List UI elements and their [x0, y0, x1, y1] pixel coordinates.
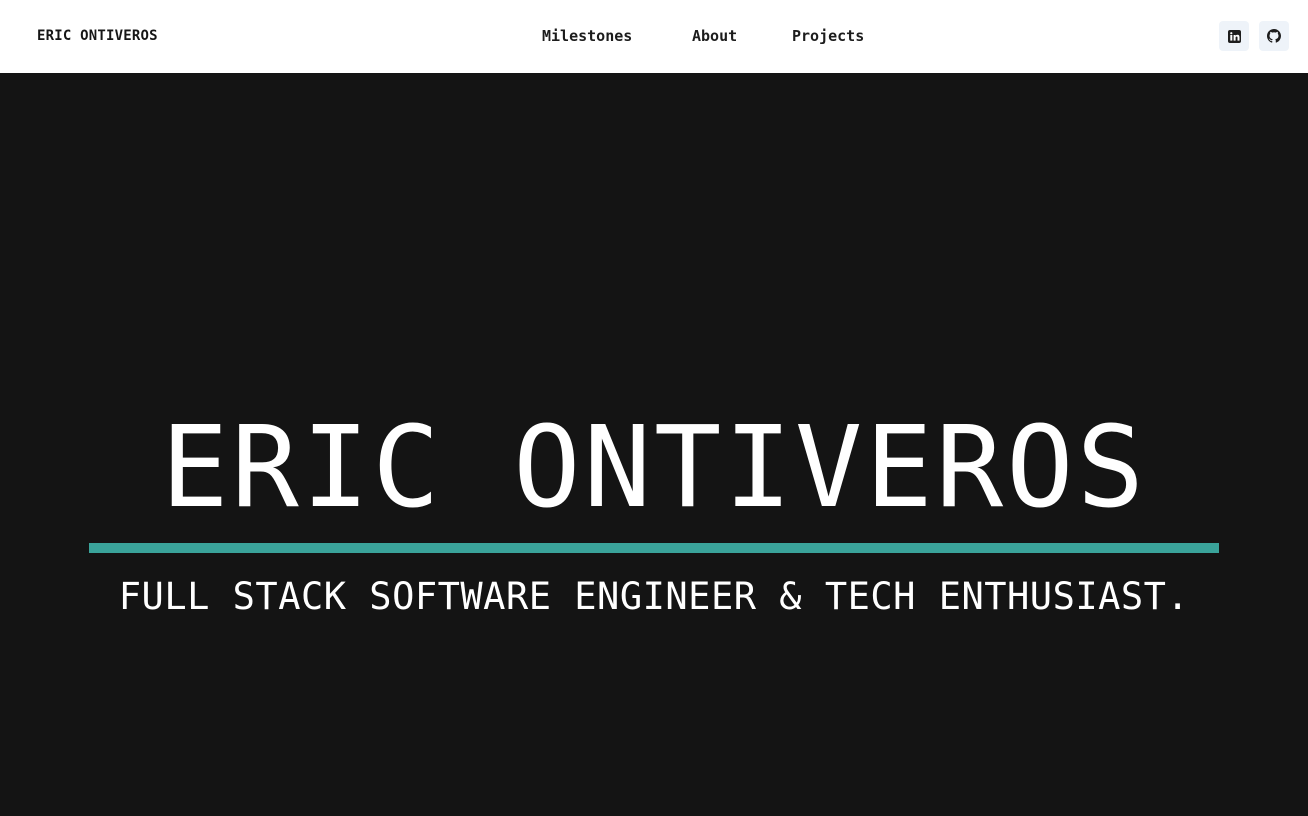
nav-links: Milestones About Projects: [0, 27, 1308, 47]
hero-subtitle: FULL STACK SOFTWARE ENGINEER & TECH ENTH…: [118, 575, 1190, 618]
linkedin-button[interactable]: [1219, 21, 1249, 51]
hero-title: ERIC ONTIVEROS: [160, 403, 1147, 533]
nav-link-projects[interactable]: Projects: [792, 27, 864, 45]
nav-link-milestones[interactable]: Milestones: [542, 27, 632, 45]
github-icon: [1267, 29, 1281, 43]
navbar: ERIC ONTIVEROS Milestones About Projects: [0, 0, 1308, 73]
hero-accent-rule: [89, 543, 1219, 553]
hero-section: ERIC ONTIVEROS FULL STACK SOFTWARE ENGIN…: [0, 73, 1308, 816]
nav-link-about[interactable]: About: [692, 27, 737, 45]
github-button[interactable]: [1259, 21, 1289, 51]
linkedin-icon: [1227, 29, 1241, 43]
